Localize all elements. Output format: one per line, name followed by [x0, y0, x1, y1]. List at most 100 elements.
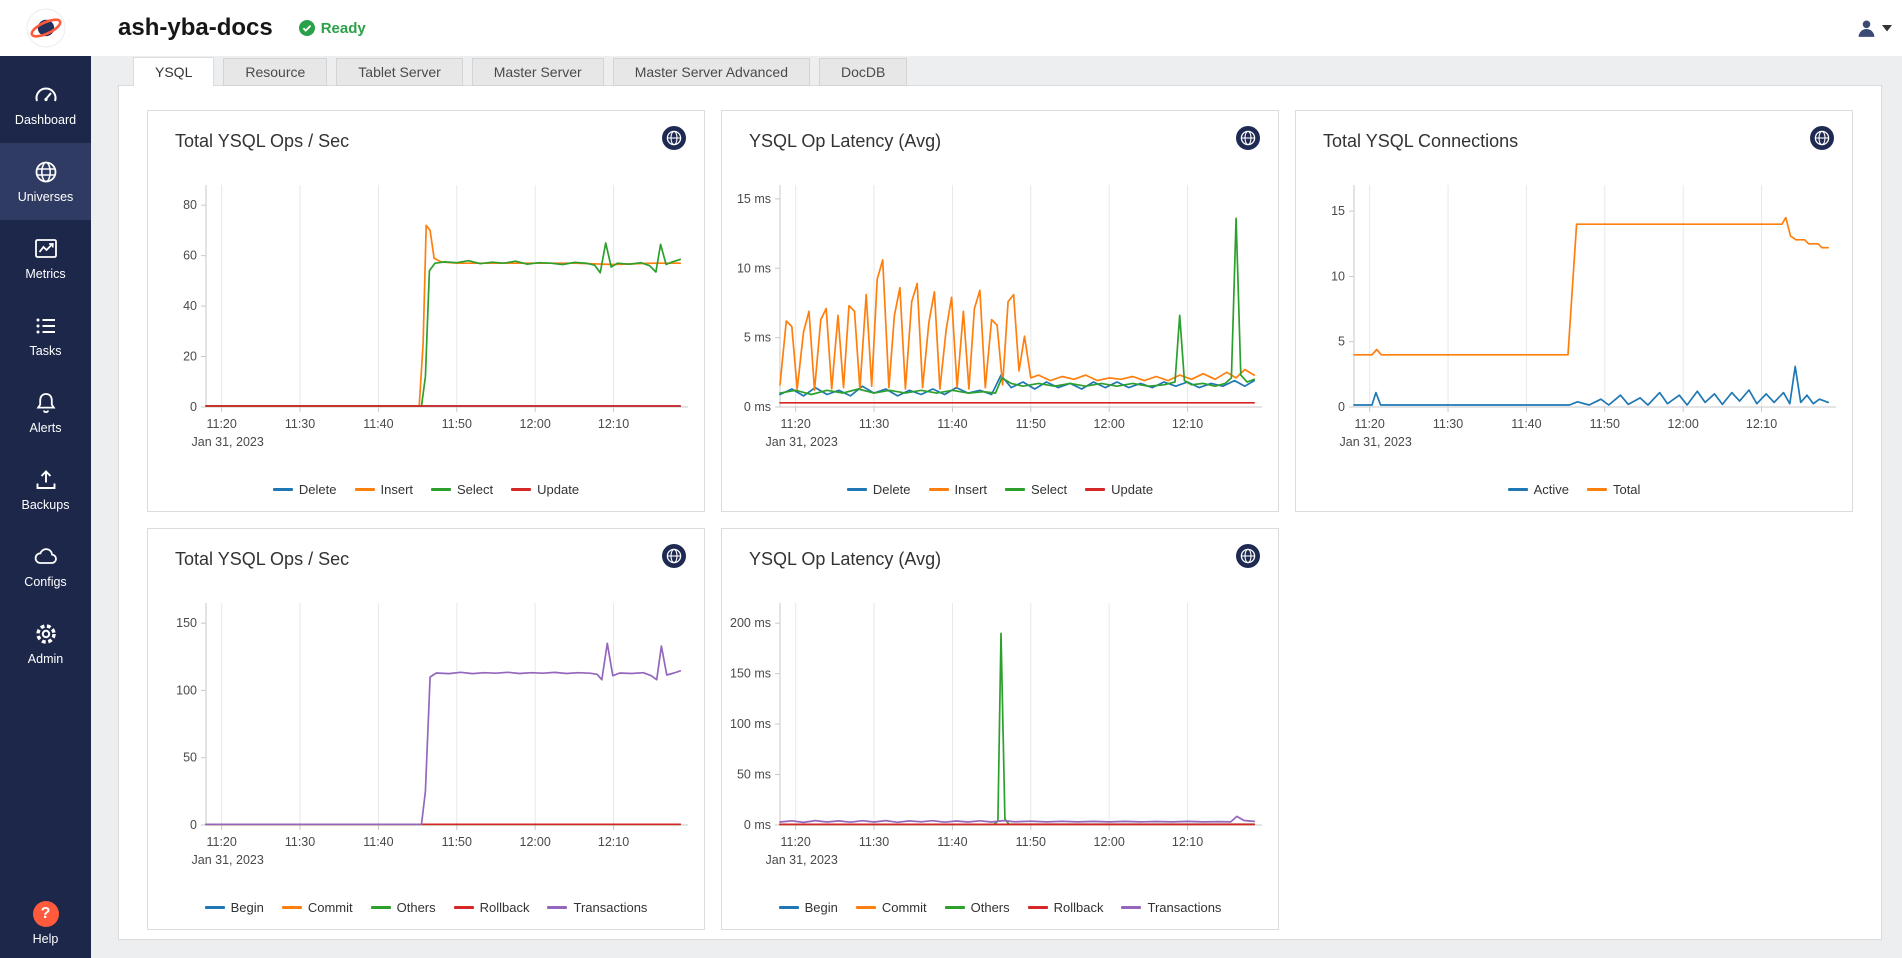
legend-item: Rollback [454, 900, 530, 915]
svg-text:0 ms: 0 ms [744, 400, 771, 414]
svg-text:11:40: 11:40 [937, 417, 967, 431]
legend-swatch [856, 906, 876, 909]
svg-text:11:40: 11:40 [363, 417, 393, 431]
legend-swatch [847, 488, 867, 491]
svg-text:11:40: 11:40 [363, 835, 393, 849]
chart-legend: BeginCommitOthersRollbackTransactions [148, 900, 704, 915]
chart-plot[interactable]: 11:2011:3011:4011:5012:0012:10Jan 31, 20… [150, 587, 702, 887]
chart-plot[interactable]: 11:2011:3011:4011:5012:0012:10Jan 31, 20… [1298, 169, 1850, 469]
svg-text:11:50: 11:50 [1016, 835, 1046, 849]
sidebar-item-tasks[interactable]: Tasks [0, 297, 91, 374]
svg-text:0: 0 [190, 818, 197, 832]
legend-item: Delete [847, 482, 911, 497]
tab-master-server[interactable]: Master Server [472, 58, 604, 86]
sidebar-item-admin[interactable]: Admin [0, 605, 91, 682]
tab-master-server-advanced[interactable]: Master Server Advanced [613, 58, 810, 86]
svg-text:11:20: 11:20 [206, 417, 236, 431]
chart-title: YSQL Op Latency (Avg) [749, 549, 941, 570]
legend-item: Insert [355, 482, 414, 497]
svg-text:11:20: 11:20 [780, 835, 810, 849]
chart-card-ysql-op-latency-transactions: YSQL Op Latency (Avg) 11:2011:3011:4011:… [721, 528, 1279, 930]
legend-item: Transactions [547, 900, 647, 915]
svg-text:100 ms: 100 ms [730, 717, 771, 731]
sidebar-item-alerts[interactable]: Alerts [0, 374, 91, 451]
svg-text:11:30: 11:30 [285, 417, 315, 431]
legend-swatch [511, 488, 531, 491]
chart-title: Total YSQL Ops / Sec [175, 131, 349, 152]
legend-swatch [779, 906, 799, 909]
chart-options-icon[interactable] [661, 543, 687, 569]
svg-text:Jan 31, 2023: Jan 31, 2023 [192, 853, 264, 867]
chart-card-total-ysql-ops: Total YSQL Ops / Sec 11:20 11:30 11:40 11:5… [147, 110, 705, 512]
svg-text:5 ms: 5 ms [744, 331, 771, 345]
svg-text:11:50: 11:50 [442, 417, 472, 431]
sidebar-item-backups[interactable]: Backups [0, 451, 91, 528]
svg-text:12:00: 12:00 [520, 835, 551, 849]
svg-text:15: 15 [1331, 204, 1345, 218]
svg-text:11:50: 11:50 [1590, 417, 1620, 431]
chart-plot[interactable]: 11:2011:3011:4011:5012:0012:10Jan 31, 20… [150, 169, 702, 469]
sidebar-item-dashboard[interactable]: Dashboard [0, 66, 91, 143]
svg-text:15 ms: 15 ms [737, 192, 771, 206]
sidebar-item-help[interactable]: ? Help [0, 901, 91, 946]
status-text: Ready [321, 20, 366, 37]
svg-text:150: 150 [176, 616, 197, 630]
tab-resource[interactable]: Resource [223, 58, 327, 86]
sidebar-item-label: Universes [18, 190, 74, 204]
user-menu[interactable] [1856, 0, 1892, 56]
sidebar-item-configs[interactable]: Configs [0, 528, 91, 605]
chart-options-icon[interactable] [661, 125, 687, 151]
chart-legend: DeleteInsertSelectUpdate [148, 482, 704, 497]
chart-options-icon[interactable] [1235, 125, 1261, 151]
chart-options-icon[interactable] [1809, 125, 1835, 151]
legend-swatch [1508, 488, 1528, 491]
svg-text:11:30: 11:30 [285, 835, 315, 849]
chart-options-icon[interactable] [1235, 543, 1261, 569]
svg-text:50 ms: 50 ms [737, 768, 771, 782]
legend-item: Rollback [1028, 900, 1104, 915]
header: ash-yba-docs Ready [91, 0, 1902, 56]
chart-plot[interactable]: 11:2011:3011:4011:5012:0012:10Jan 31, 20… [724, 587, 1276, 887]
svg-text:80: 80 [183, 198, 197, 212]
sidebar-nav: Dashboard Universes Metrics [0, 66, 91, 682]
legend-item: Update [511, 482, 579, 497]
help-icon: ? [33, 901, 59, 927]
legend-item: Commit [282, 900, 353, 915]
legend-swatch [1121, 906, 1141, 909]
chart-plot[interactable]: 11:2011:3011:4011:5012:0012:10Jan 31, 20… [724, 169, 1276, 469]
legend-item: Select [431, 482, 493, 497]
chart-title: Total YSQL Ops / Sec [175, 549, 349, 570]
legend-item: Begin [779, 900, 838, 915]
legend-swatch [929, 488, 949, 491]
sidebar-item-label: Admin [28, 652, 63, 666]
user-icon [1856, 18, 1877, 39]
sidebar-item-universes[interactable]: Universes [0, 143, 91, 220]
tab-tablet-server[interactable]: Tablet Server [336, 58, 462, 86]
chart-title: Total YSQL Connections [1323, 131, 1518, 152]
legend-item: Transactions [1121, 900, 1221, 915]
sidebar: Dashboard Universes Metrics [0, 0, 91, 958]
chart-title: YSQL Op Latency (Avg) [749, 131, 941, 152]
sidebar-item-label: Alerts [30, 421, 62, 435]
metrics-chart-icon [33, 236, 59, 262]
svg-text:0 ms: 0 ms [744, 818, 771, 832]
tab-ysql[interactable]: YSQL [133, 57, 214, 86]
dashboard-icon [33, 82, 59, 108]
legend-item: Update [1085, 482, 1153, 497]
svg-text:0: 0 [190, 400, 197, 414]
svg-text:10: 10 [1331, 269, 1345, 283]
tab-docdb[interactable]: DocDB [819, 58, 907, 86]
legend-swatch [205, 906, 225, 909]
svg-text:11:30: 11:30 [859, 835, 889, 849]
metrics-panel: Total YSQL Ops / Sec 11:2011:3011:4011:5… [118, 85, 1882, 940]
svg-text:Jan 31, 2023: Jan 31, 2023 [766, 853, 838, 867]
legend-swatch [282, 906, 302, 909]
svg-text:12:10: 12:10 [1172, 417, 1203, 431]
svg-text:Jan 31, 2023: Jan 31, 2023 [766, 435, 838, 449]
sidebar-item-metrics[interactable]: Metrics [0, 220, 91, 297]
svg-text:12:10: 12:10 [1746, 417, 1777, 431]
admin-gear-icon [33, 621, 59, 647]
chart-legend: ActiveTotal [1296, 482, 1852, 497]
legend-item: Begin [205, 900, 264, 915]
yugabyte-planet-logo[interactable] [0, 0, 91, 56]
